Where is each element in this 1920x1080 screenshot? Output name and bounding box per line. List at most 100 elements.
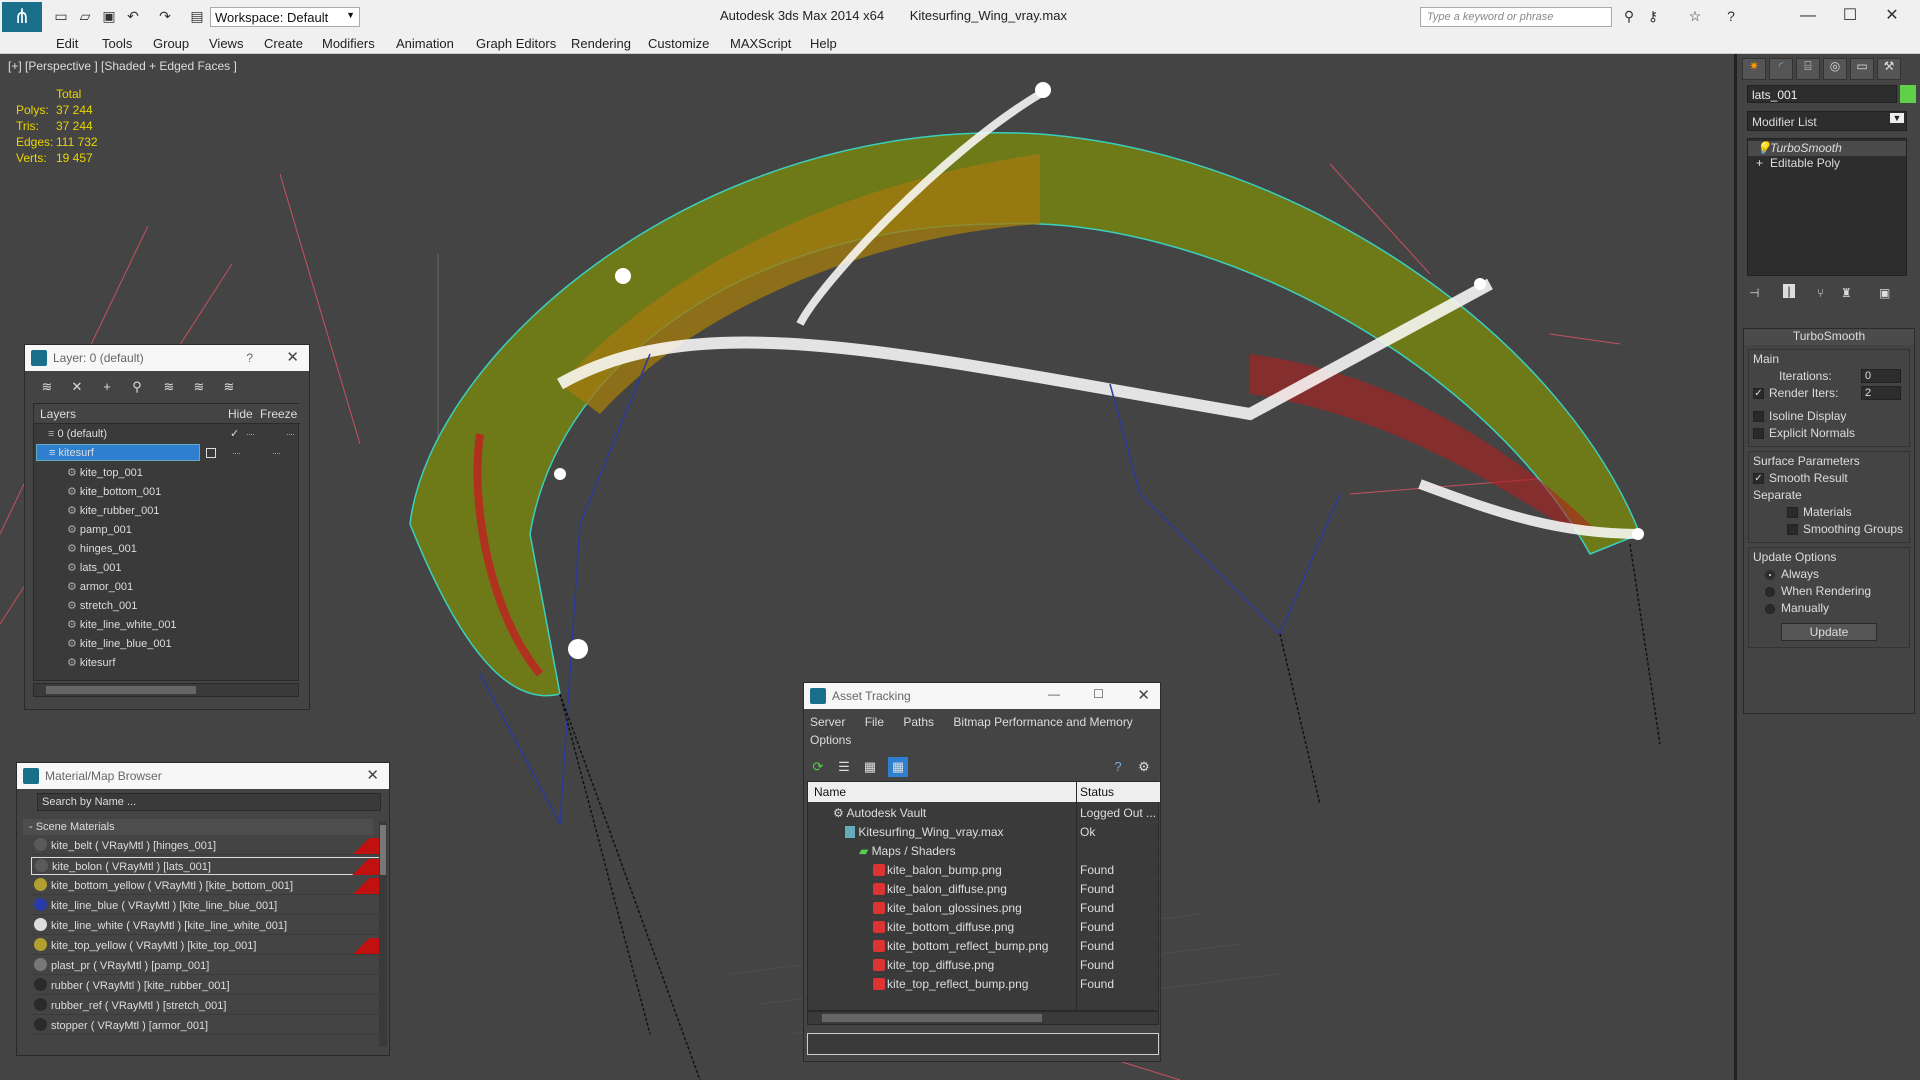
- render-iters-checkbox[interactable]: [1753, 388, 1764, 400]
- render-iters-row[interactable]: Render Iters: 2: [1753, 385, 1905, 402]
- pin-stack-icon[interactable]: ⊣: [1749, 286, 1759, 300]
- menu-options[interactable]: Options: [810, 733, 851, 747]
- material-browser-titlebar[interactable]: Material/Map Browser ✕: [17, 763, 389, 789]
- when-rendering-row[interactable]: When Rendering: [1753, 583, 1905, 600]
- help-button[interactable]: ?: [246, 351, 253, 365]
- isoline-row[interactable]: Isoline Display: [1753, 408, 1905, 425]
- smoothing-groups-checkbox[interactable]: [1787, 524, 1798, 536]
- scrollbar-thumb[interactable]: [822, 1014, 1042, 1022]
- material-row[interactable]: stopper ( VRayMtl ) [armor_001]: [31, 1017, 381, 1035]
- object-row[interactable]: ⚙ kite_line_blue_001: [67, 636, 172, 653]
- minimize-button[interactable]: —: [1788, 4, 1828, 28]
- menu-paths[interactable]: Paths: [903, 715, 934, 729]
- material-row[interactable]: kite_line_white ( VRayMtl ) [kite_line_w…: [31, 917, 381, 935]
- asset-row[interactable]: kite_bottom_reflect_bump.png Found: [811, 937, 1161, 956]
- close-icon[interactable]: ✕: [286, 348, 299, 366]
- layer-row[interactable]: ≡ 0 (default) ✓ ···· ····: [48, 426, 298, 443]
- maximize-button[interactable]: ☐: [1830, 4, 1870, 28]
- object-row[interactable]: ⚙ hinges_001: [67, 541, 137, 558]
- object-row[interactable]: ⚙ kite_rubber_001: [67, 503, 159, 520]
- object-row[interactable]: ⚙ kitesurf: [67, 655, 115, 672]
- add-to-layer-icon[interactable]: +: [97, 377, 117, 397]
- horizontal-scrollbar[interactable]: [807, 1011, 1159, 1025]
- save-file-icon[interactable]: ▣: [100, 8, 118, 24]
- modifier-list-dropdown[interactable]: Modifier List ▼: [1747, 111, 1907, 131]
- minimize-icon[interactable]: —: [1048, 687, 1060, 701]
- menu-edit[interactable]: Edit: [56, 36, 78, 51]
- project-folder-icon[interactable]: ▤: [188, 8, 206, 24]
- menu-modifiers[interactable]: Modifiers: [322, 36, 375, 51]
- always-radio[interactable]: [1765, 569, 1775, 580]
- show-end-result-icon[interactable]: |: [1783, 284, 1795, 298]
- select-objects-icon[interactable]: ⚲: [127, 377, 147, 397]
- maximize-icon[interactable]: ☐: [1093, 687, 1104, 701]
- menu-animation[interactable]: Animation: [396, 36, 454, 51]
- explicit-normals-checkbox[interactable]: [1753, 428, 1764, 440]
- menu-customize[interactable]: Customize: [648, 36, 709, 51]
- star-icon[interactable]: ☆: [1686, 8, 1704, 24]
- configure-sets-icon[interactable]: ▣: [1879, 286, 1890, 300]
- freeze-all-icon[interactable]: ≋: [219, 377, 239, 397]
- create-tab-icon[interactable]: ✷: [1742, 58, 1766, 80]
- asset-tracking-titlebar[interactable]: Asset Tracking — ☐ ✕: [804, 683, 1160, 709]
- key-icon[interactable]: ⚷: [1644, 8, 1662, 24]
- refresh-icon[interactable]: ⟳: [808, 757, 828, 777]
- menu-views[interactable]: Views: [209, 36, 243, 51]
- materials-row[interactable]: Materials: [1753, 504, 1905, 521]
- asset-row[interactable]: kite_bottom_diffuse.png Found: [811, 918, 1161, 937]
- menu-rendering[interactable]: Rendering: [571, 36, 631, 51]
- help-icon[interactable]: ?: [1108, 757, 1128, 777]
- new-file-icon[interactable]: ▭: [52, 8, 70, 24]
- asset-row[interactable]: Kitesurfing_Wing_vray.max Ok: [811, 823, 1161, 842]
- scrollbar-thumb[interactable]: [380, 825, 386, 875]
- app-logo-button[interactable]: ⋔: [2, 2, 42, 32]
- smoothing-groups-row[interactable]: Smoothing Groups: [1753, 521, 1905, 538]
- thumbnail-view-icon[interactable]: ▦: [860, 757, 880, 777]
- make-unique-icon[interactable]: ⑂: [1817, 286, 1824, 300]
- material-row[interactable]: plast_pr ( VRayMtl ) [pamp_001]: [31, 957, 381, 975]
- explicit-normals-row[interactable]: Explicit Normals: [1753, 425, 1905, 442]
- isoline-checkbox[interactable]: [1753, 411, 1764, 423]
- vertical-scrollbar[interactable]: [379, 821, 387, 1047]
- object-color-swatch[interactable]: [1900, 85, 1916, 103]
- material-row[interactable]: kite_belt ( VRayMtl ) [hinges_001]: [31, 837, 381, 855]
- material-row[interactable]: kite_line_blue ( VRayMtl ) [kite_line_bl…: [31, 897, 381, 915]
- material-row[interactable]: rubber_ref ( VRayMtl ) [stretch_001]: [31, 997, 381, 1015]
- help-icon[interactable]: ?: [1722, 8, 1740, 24]
- col-status[interactable]: Status: [1080, 785, 1114, 799]
- highlight-layer-icon[interactable]: ≋: [159, 377, 179, 397]
- object-row[interactable]: ⚙ pamp_001: [67, 522, 132, 539]
- scrollbar-thumb[interactable]: [46, 686, 196, 694]
- menu-bitmap-performance[interactable]: Bitmap Performance and Memory: [953, 715, 1132, 729]
- menu-help[interactable]: Help: [810, 36, 837, 51]
- layer-dialog-titlebar[interactable]: Layer: 0 (default) ? ✕: [25, 345, 309, 371]
- horizontal-scrollbar[interactable]: [33, 683, 299, 697]
- list-view-icon[interactable]: ☰: [834, 757, 854, 777]
- redo-icon[interactable]: ↷: [156, 8, 174, 24]
- menu-group[interactable]: Group: [153, 36, 189, 51]
- display-tab-icon[interactable]: ▭: [1850, 58, 1874, 80]
- manually-row[interactable]: Manually: [1753, 600, 1905, 617]
- object-name-field[interactable]: lats_001: [1747, 85, 1897, 103]
- settings-icon[interactable]: ⚙: [1134, 757, 1154, 777]
- material-search-input[interactable]: Search by Name ...: [37, 793, 381, 811]
- search-input[interactable]: Type a keyword or phrase: [1420, 7, 1612, 27]
- when-rendering-radio[interactable]: [1765, 586, 1775, 597]
- rollout-title[interactable]: TurboSmooth: [1744, 329, 1914, 345]
- menu-server[interactable]: Server: [810, 715, 845, 729]
- modify-tab-icon[interactable]: ◜: [1769, 58, 1793, 80]
- hierarchy-tab-icon[interactable]: ⌸: [1796, 58, 1820, 80]
- workspace-dropdown[interactable]: Workspace: Default ▼: [210, 7, 360, 27]
- asset-row[interactable]: kite_balon_bump.png Found: [811, 861, 1161, 880]
- smooth-result-checkbox[interactable]: [1753, 473, 1764, 485]
- delete-layer-icon[interactable]: ✕: [67, 377, 87, 397]
- viewport-label[interactable]: [+] [Perspective ] [Shaded + Edged Faces…: [8, 59, 237, 73]
- create-layer-icon[interactable]: ≋: [37, 377, 57, 397]
- asset-path-field[interactable]: [807, 1033, 1159, 1055]
- materials-checkbox[interactable]: [1787, 507, 1798, 519]
- close-icon[interactable]: ✕: [366, 766, 379, 784]
- menu-maxscript[interactable]: MAXScript: [730, 36, 791, 51]
- object-row[interactable]: ⚙ lats_001: [67, 560, 122, 577]
- motion-tab-icon[interactable]: ◎: [1823, 58, 1847, 80]
- table-view-icon[interactable]: ▦: [888, 757, 908, 777]
